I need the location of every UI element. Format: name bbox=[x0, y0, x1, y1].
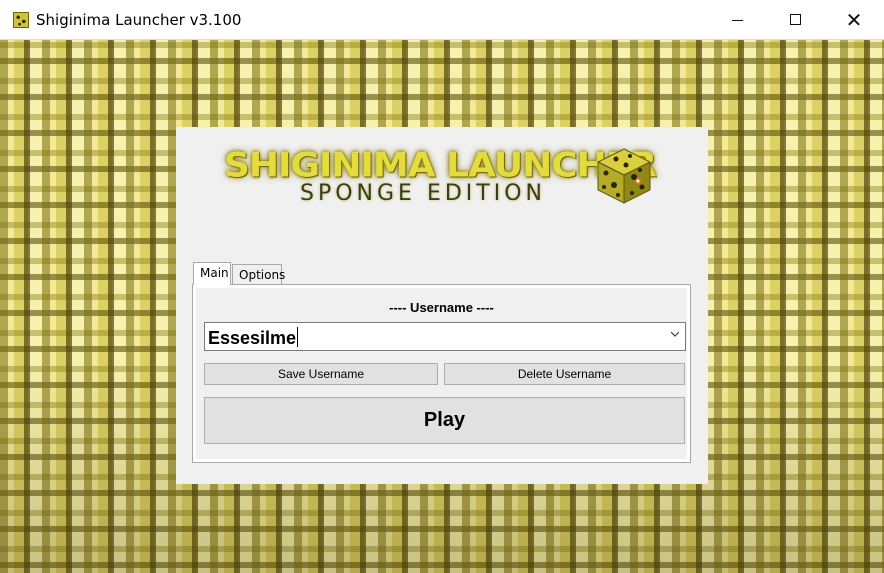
logo-subtitle: SPONGE EDITION bbox=[300, 181, 546, 206]
close-button[interactable]: ✕ bbox=[825, 0, 883, 40]
window-title: Shiginima Launcher v3.100 bbox=[36, 11, 242, 29]
title-bar: Shiginima Launcher v3.100 ✕ bbox=[0, 0, 884, 40]
launcher-panel: SHIGINIMA LAUNCHER SPONGE EDITION Main O… bbox=[176, 127, 708, 484]
sponge-cube-icon bbox=[596, 148, 652, 204]
maximize-button[interactable] bbox=[767, 0, 825, 40]
chevron-down-icon[interactable] bbox=[671, 330, 679, 338]
username-section-label: ---- Username ---- bbox=[389, 300, 494, 315]
maximize-icon bbox=[790, 14, 801, 25]
play-button[interactable]: Play bbox=[204, 397, 685, 444]
text-caret bbox=[297, 327, 299, 347]
sponge-block-icon bbox=[13, 12, 29, 28]
logo-title: SHIGINIMA LAUNCHER bbox=[224, 146, 657, 185]
main-tab-inner: ---- Username ---- Essesilme Save Userna… bbox=[196, 288, 687, 459]
minimize-icon bbox=[732, 20, 743, 21]
minimize-button[interactable] bbox=[709, 0, 767, 40]
save-username-button[interactable]: Save Username bbox=[204, 363, 438, 385]
username-value: Essesilme bbox=[208, 328, 297, 348]
username-input[interactable]: Essesilme bbox=[208, 327, 299, 349]
close-icon: ✕ bbox=[845, 8, 863, 32]
username-combobox[interactable]: Essesilme bbox=[204, 322, 686, 351]
delete-username-button[interactable]: Delete Username bbox=[444, 363, 685, 385]
tab-content-main: ---- Username ---- Essesilme Save Userna… bbox=[192, 284, 691, 463]
tab-options[interactable]: Options bbox=[232, 264, 285, 285]
tab-main[interactable]: Main bbox=[193, 262, 231, 285]
